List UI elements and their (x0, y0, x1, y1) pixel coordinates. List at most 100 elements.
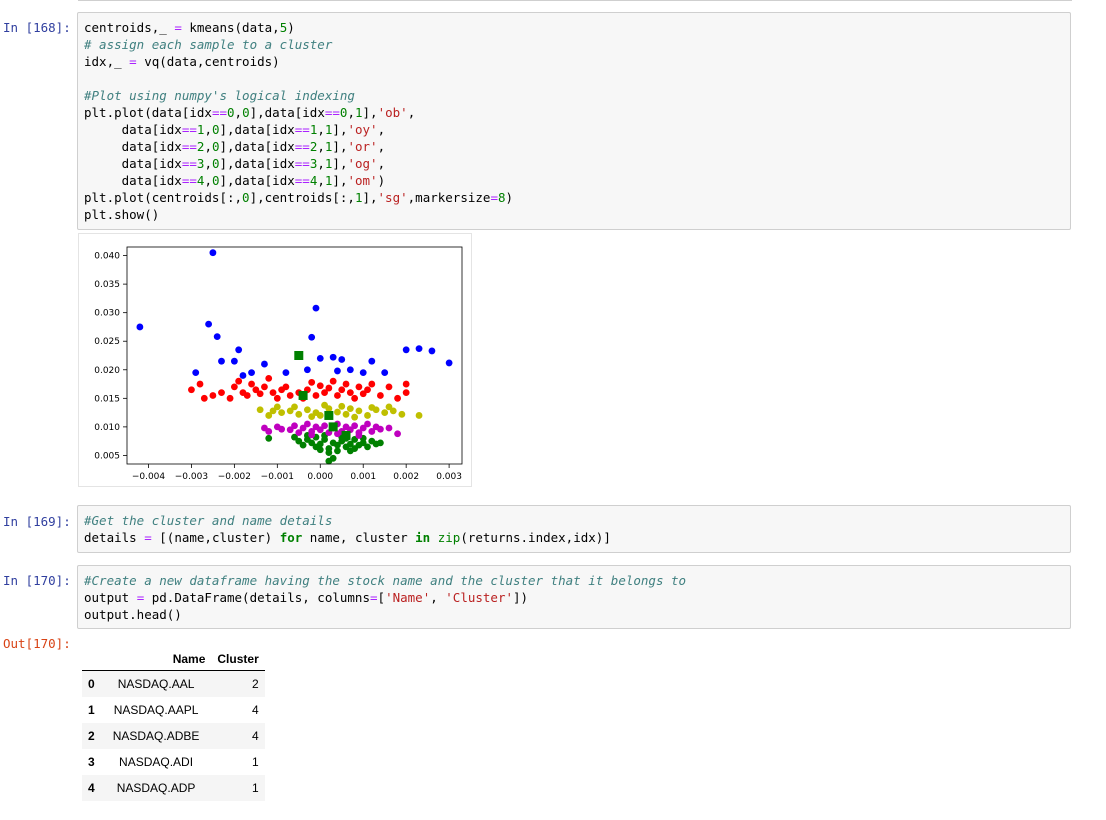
code-line: output = pd.DataFrame(details, columns=[… (84, 590, 529, 605)
input-prompt: In [168]: (3, 20, 71, 35)
code-editor[interactable]: #Create a new dataframe having the stock… (84, 572, 1064, 623)
data-point (303, 420, 311, 428)
data-point (196, 380, 204, 388)
table-row: 3 NASDAQ.ADI 1 (82, 749, 265, 775)
data-point (256, 406, 264, 414)
data-point (376, 425, 384, 433)
data-point (338, 386, 346, 394)
code-line: centroids,_ = kmeans(data,5) (84, 20, 295, 35)
data-point (265, 428, 273, 435)
data-point (394, 394, 401, 402)
data-point (218, 357, 225, 365)
centroid-marker (298, 390, 308, 400)
code-cell-input[interactable]: centroids,_ = kmeans(data,5) # assign eac… (77, 12, 1071, 230)
data-point (282, 369, 290, 377)
stock-name: NASDAQ.AAL (117, 677, 195, 691)
data-point (376, 439, 384, 447)
data-point (213, 333, 221, 341)
data-point (334, 367, 341, 375)
data-point (359, 369, 367, 377)
data-point (248, 380, 255, 388)
data-point (428, 347, 436, 355)
code-line: data[idx==4,0],data[idx==4,1],'om') (84, 173, 386, 188)
data-point (316, 354, 324, 362)
data-point (312, 304, 320, 312)
data-point (402, 380, 410, 388)
data-point (415, 345, 423, 353)
centroid-marker (294, 351, 304, 360)
data-point (402, 389, 410, 397)
y-tick-label: 0.015 (94, 394, 120, 404)
data-point (308, 378, 316, 386)
data-point (364, 443, 371, 451)
data-point (209, 249, 217, 257)
data-point (256, 390, 264, 398)
code-editor[interactable]: centroids,_ = kmeans(data,5) # assign eac… (84, 19, 1064, 223)
cluster-value: 4 (252, 703, 259, 717)
previous-cell-edge (78, 0, 1072, 3)
data-point (278, 425, 286, 433)
code-line: plt.plot(data[idx==0,0],data[idx==0,1],'… (84, 105, 416, 120)
data-point (334, 392, 341, 399)
data-point (291, 403, 298, 411)
data-point (235, 377, 243, 385)
data-point (248, 369, 255, 377)
data-point (278, 409, 286, 417)
code-line: #Get the cluster and name details (84, 513, 333, 528)
code-line: plt.show() (84, 207, 160, 222)
data-point (329, 353, 337, 361)
code-cell-input[interactable]: #Get the cluster and name details details… (77, 505, 1071, 553)
data-point (299, 441, 307, 449)
centroid-marker (341, 430, 351, 440)
code-cell-input[interactable]: #Create a new dataframe having the stock… (77, 565, 1071, 629)
x-tick-label: 0.000 (307, 472, 333, 482)
data-point (342, 380, 350, 388)
data-point (261, 383, 268, 391)
code-line: data[idx==3,0],data[idx==3,1],'og', (84, 156, 386, 171)
dataframe-output: Name Cluster 0 NASDAQ.AAL 2 1 NASDAQ.AAP… (82, 648, 265, 801)
y-tick-label: 0.040 (94, 252, 120, 262)
data-point (368, 380, 376, 388)
x-tick-label: 0.002 (393, 472, 419, 482)
data-point (312, 392, 320, 399)
stock-name: NASDAQ.ADBE (112, 729, 200, 743)
table-row: 0 NASDAQ.AAL 2 (82, 670, 265, 697)
code-line: data[idx==2,0],data[idx==2,1],'or', (84, 139, 386, 154)
code-line: # assign each sample to a cluster (84, 37, 333, 52)
x-tick-label: 0.003 (436, 472, 462, 482)
data-point (265, 374, 273, 382)
data-point (338, 356, 346, 363)
x-tick-label: −0.004 (132, 472, 166, 482)
code-editor[interactable]: #Get the cluster and name details details… (84, 512, 1064, 546)
code-line: plt.plot(centroids[:,0],centroids[:,1],'… (84, 190, 514, 205)
stock-name: NASDAQ.AAPL (113, 703, 199, 717)
cluster-value: 1 (252, 781, 259, 795)
code-line: data[idx==1,0],data[idx==1,1],'oy', (84, 122, 386, 137)
x-tick-label: 0.001 (350, 472, 376, 482)
data-point (209, 392, 217, 399)
y-tick-label: 0.035 (94, 280, 120, 290)
data-point (355, 383, 363, 391)
data-point (235, 346, 243, 354)
data-point (291, 422, 298, 430)
data-point (346, 405, 354, 413)
data-point (394, 430, 401, 438)
data-point (230, 357, 238, 365)
scatter-plot-output: −0.004 −0.003 −0.002 −0.001 0.000 0.001 0.002 0… (78, 233, 472, 487)
data-point (308, 333, 316, 341)
data-point (192, 369, 200, 377)
data-point (355, 432, 363, 439)
y-tick-label: 0.005 (94, 451, 120, 461)
data-point (316, 446, 324, 454)
data-point (334, 447, 341, 455)
row-index: 2 (88, 729, 95, 743)
input-prompt: In [169]: (3, 514, 71, 529)
table-row: 1 NASDAQ.AAPL 4 (82, 697, 265, 723)
code-line: idx,_ = vq(data,centroids) (84, 54, 280, 69)
data-point (385, 383, 393, 391)
scatter-chart: −0.004 −0.003 −0.002 −0.001 0.000 0.001 0.002 0… (94, 246, 463, 482)
data-point (218, 389, 225, 397)
row-index: 3 (88, 755, 95, 769)
data-point (334, 408, 341, 416)
